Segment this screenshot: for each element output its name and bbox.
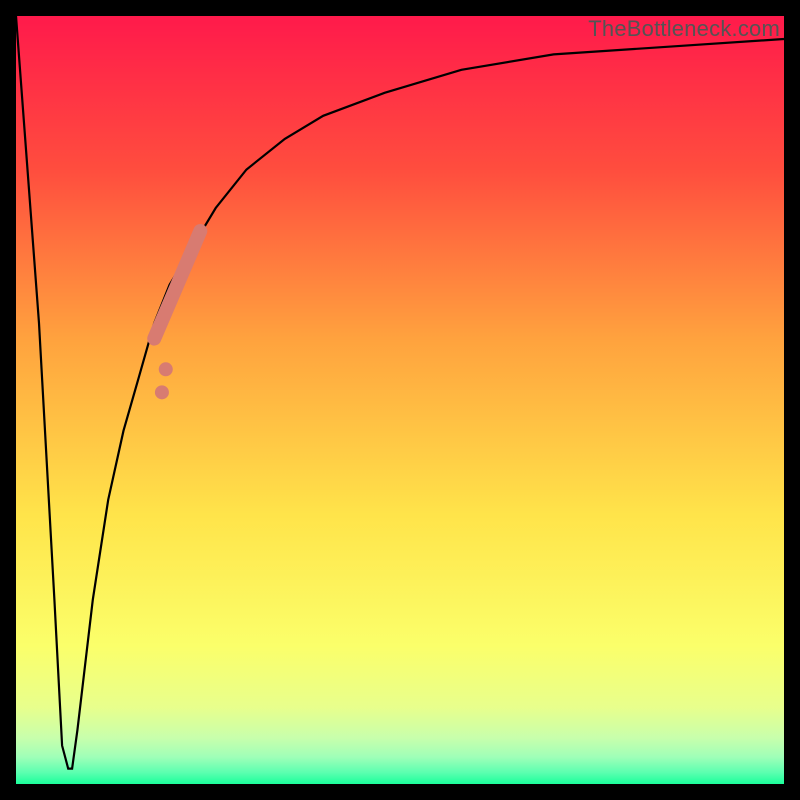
plot-area: TheBottleneck.com — [16, 16, 784, 784]
curve-layer — [16, 16, 784, 784]
chart-frame: TheBottleneck.com — [0, 0, 800, 800]
bottleneck-curve — [16, 16, 784, 769]
highlight-dot — [159, 362, 173, 376]
highlight-segment — [154, 231, 200, 339]
highlight-dots — [155, 362, 173, 399]
highlight-dot — [155, 385, 169, 399]
